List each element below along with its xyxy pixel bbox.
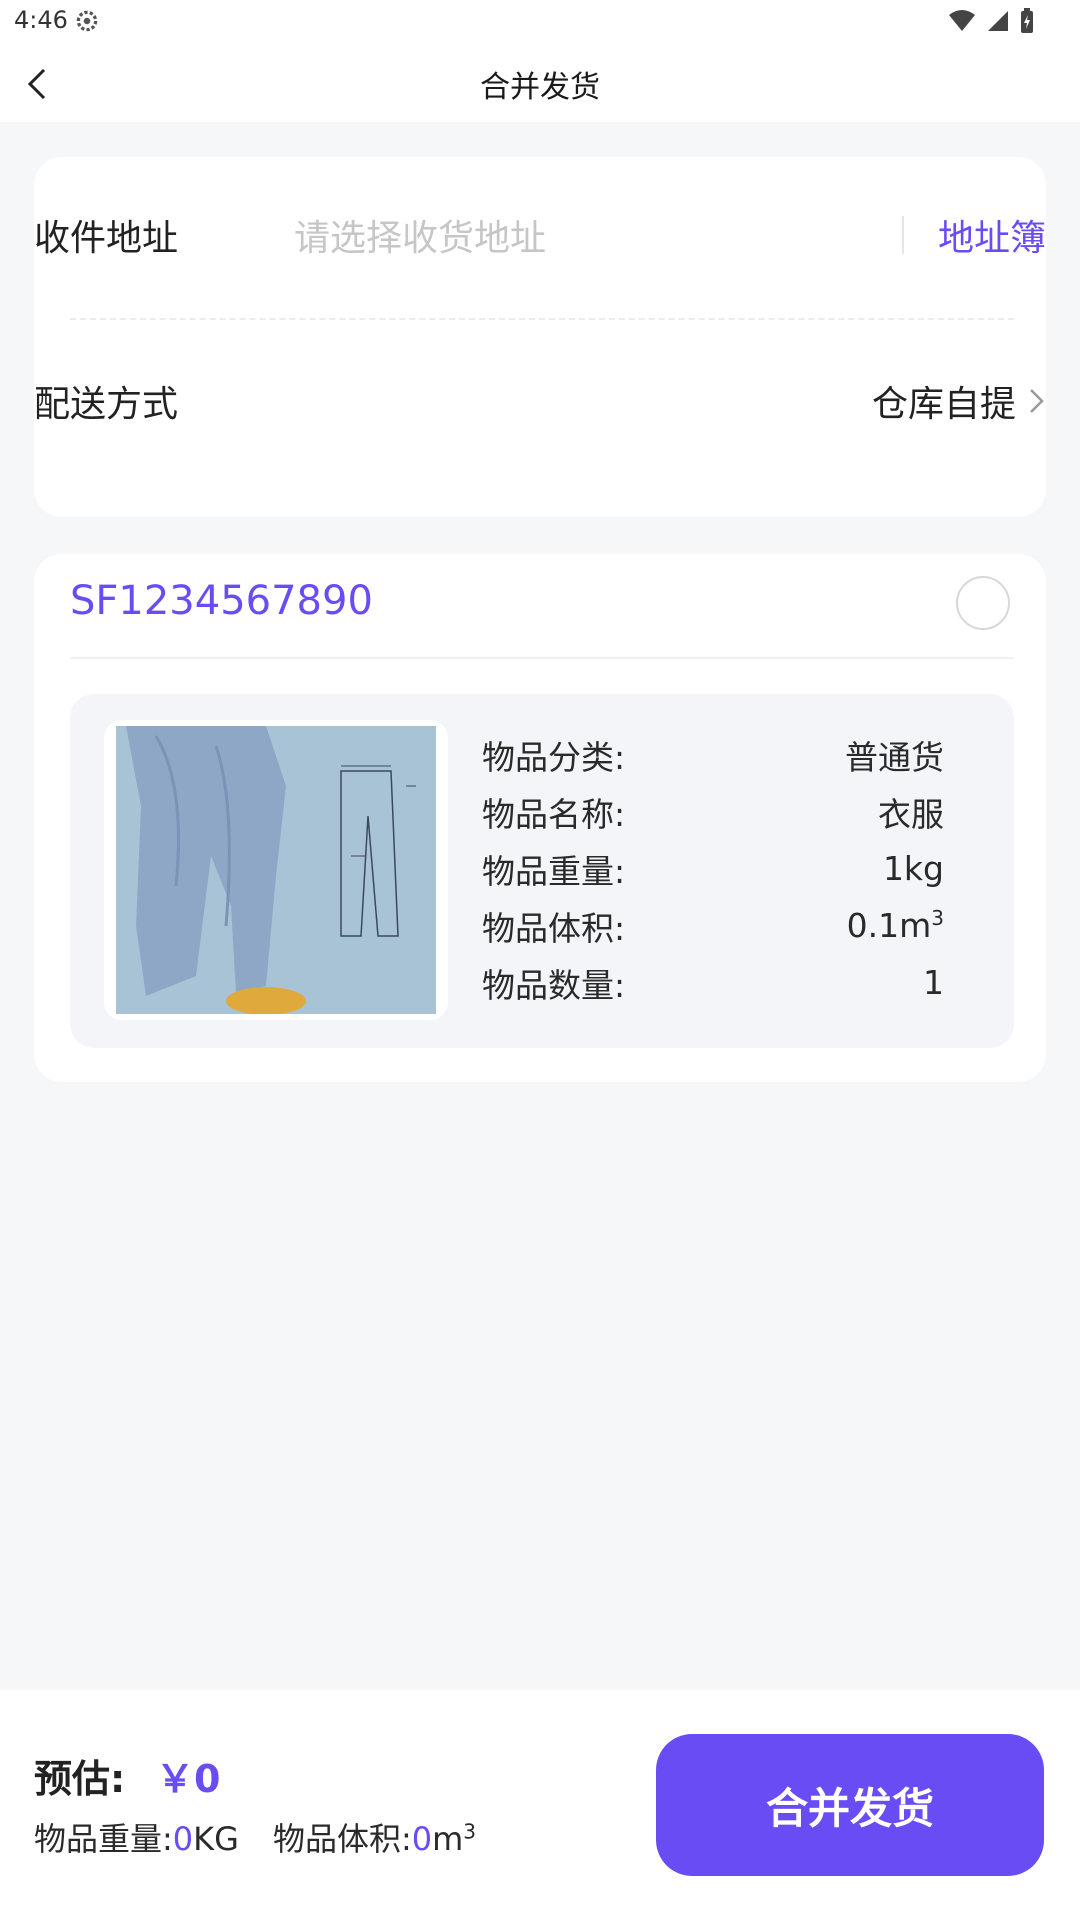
signal-icon <box>988 11 1008 31</box>
total-volume-unit: m <box>432 1820 464 1858</box>
delivery-value[interactable]: 仓库自提 <box>872 375 1016 427</box>
info-row-name: 物品名称: 衣服 <box>482 783 944 840</box>
status-bar: 4:46 <box>0 0 1080 44</box>
total-volume-value: 0 <box>411 1820 433 1858</box>
weight-value: 1kg <box>882 849 944 888</box>
totals-line: 物品重量:0KG 物品体积:0m3 <box>34 1814 476 1860</box>
quantity-label: 物品数量: <box>482 965 626 1005</box>
estimate-label: 预估: <box>34 1757 126 1801</box>
quantity-value: 1 <box>923 963 944 1002</box>
estimate-value: ￥0 <box>156 1757 221 1801</box>
info-row-quantity: 物品数量: 1 <box>482 954 944 1011</box>
package-info: 物品分类: 普通货 物品名称: 衣服 物品重量: 1kg 物品体积: 0.1m3… <box>482 726 944 1011</box>
info-row-weight: 物品重量: 1kg <box>482 840 944 897</box>
address-placeholder[interactable]: 请选择收货地址 <box>294 209 902 261</box>
volume-label: 物品体积: <box>482 908 626 948</box>
status-icons <box>948 8 1034 34</box>
volume-value: 0.1m3 <box>847 906 944 945</box>
total-weight-value: 0 <box>172 1820 194 1858</box>
tracking-number: SF1234567890 <box>70 578 373 624</box>
page-title: 合并发货 <box>480 70 600 105</box>
info-row-category: 物品分类: 普通货 <box>482 726 944 783</box>
total-weight-unit: KG <box>193 1820 239 1858</box>
merge-ship-button[interactable]: 合并发货 <box>656 1734 1044 1876</box>
info-row-volume: 物品体积: 0.1m3 <box>482 897 944 954</box>
volume-exponent: 3 <box>931 906 944 930</box>
jeans-image <box>116 726 436 1014</box>
address-label: 收件地址 <box>34 218 179 259</box>
nav-bar: 合并发货 <box>0 44 1080 122</box>
name-label: 物品名称: <box>482 794 626 834</box>
status-time: 4:46 <box>14 6 68 34</box>
delivery-row[interactable]: 配送方式 仓库自提 <box>34 366 1046 436</box>
volume-number: 0.1m <box>846 906 932 945</box>
dashed-divider <box>70 318 1014 320</box>
category-value: 普通货 <box>845 737 944 777</box>
name-value: 衣服 <box>878 794 944 834</box>
total-volume-exponent: 3 <box>463 1819 476 1844</box>
product-image <box>104 720 448 1020</box>
address-book-button[interactable]: 地址簿 <box>938 209 1046 261</box>
category-label: 物品分类: <box>482 737 626 777</box>
package-select-radio[interactable] <box>956 576 1010 630</box>
package-divider <box>70 657 1014 659</box>
total-weight-label: 物品重量: <box>34 1820 173 1858</box>
divider <box>901 216 904 254</box>
delivery-label: 配送方式 <box>34 384 179 425</box>
gear-icon <box>76 10 98 32</box>
total-volume-label: 物品体积: <box>272 1820 412 1858</box>
battery-icon <box>1021 8 1033 33</box>
address-row[interactable]: 收件地址 请选择收货地址 地址簿 <box>34 200 1046 270</box>
weight-label: 物品重量: <box>482 851 626 891</box>
wifi-icon <box>949 10 975 31</box>
chevron-right-icon[interactable] <box>1028 386 1046 416</box>
